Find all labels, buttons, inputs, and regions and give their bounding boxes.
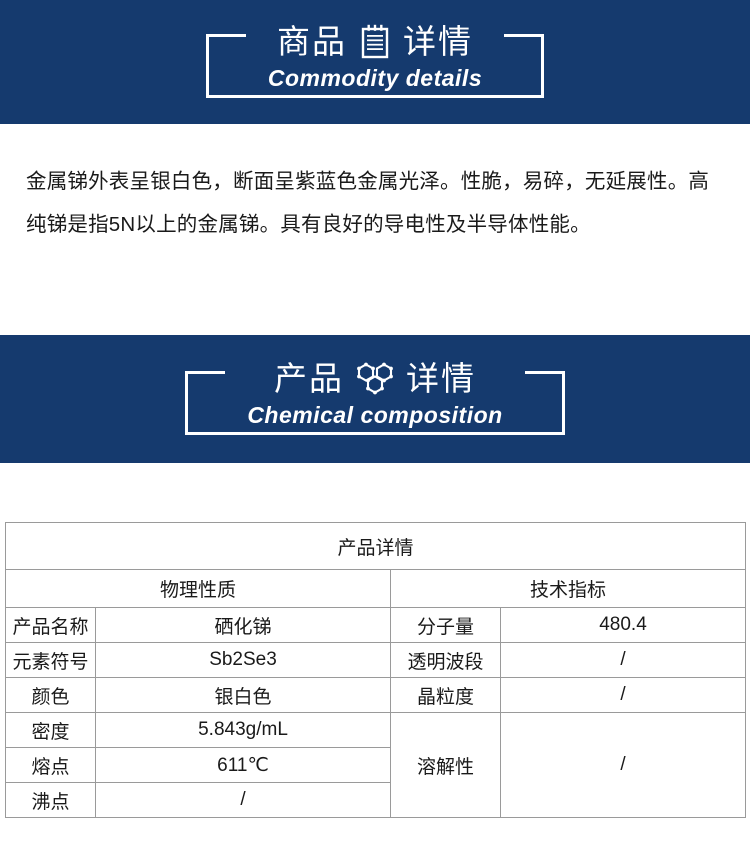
product-detail-page: 商品 详情 Commodity details 金属锑外表呈银白色，断面呈紫蓝色… xyxy=(0,0,750,854)
banner-commodity-details: 商品 详情 Commodity details xyxy=(0,0,750,124)
product-spec-table-container: 产品详情 物理性质 技术指标 产品名称 硒化锑 分子量 480.4 元素符号 S… xyxy=(4,522,747,818)
bracket-right xyxy=(504,34,545,98)
banner-bracket-frame-2: 产品 详情 Chemical composition xyxy=(185,359,565,438)
spec-label-density: 密度 xyxy=(5,712,96,748)
table-row: 元素符号 Sb2Se3 透明波段 / xyxy=(5,642,747,678)
banner-chemical-composition: 产品 详情 Chemical composition xyxy=(0,335,750,463)
table-row-group-headers: 物理性质 技术指标 xyxy=(5,569,747,608)
table-row: 密度 5.843g/mL 溶解性 / xyxy=(5,712,747,818)
bracket-bottom-rule xyxy=(237,94,513,98)
molecule-hexagons-icon xyxy=(356,362,394,396)
spec-label-molecular-weight: 分子量 xyxy=(390,607,501,643)
product-description-paragraph: 金属锑外表呈银白色，断面呈紫蓝色金属光泽。性脆，易碎，无延展性。高纯锑是指5N以… xyxy=(26,170,710,236)
spec-value-melting-point: 611℃ xyxy=(95,747,391,783)
bracket-bottom-rule-2 xyxy=(217,431,533,435)
group-header-physical: 物理性质 xyxy=(5,569,391,608)
banner-bracket-frame: 商品 详情 Commodity details xyxy=(205,22,545,101)
group-header-technical: 技术指标 xyxy=(389,569,747,608)
banner-title-cn-2: 产品 详情 xyxy=(256,359,494,398)
banner-title-cn-right-2: 详情 xyxy=(406,360,476,398)
spec-label-element-symbol: 元素符号 xyxy=(5,642,96,678)
spec-value-molecular-weight: 480.4 xyxy=(499,607,747,643)
banner-title-cn: 商品 详情 xyxy=(259,22,491,61)
spec-value-color: 银白色 xyxy=(95,677,391,713)
spec-value-grain-size: / xyxy=(499,677,747,713)
spec-value-density: 5.843g/mL xyxy=(95,712,391,748)
banner-title-cn-left-2: 产品 xyxy=(274,360,344,398)
spec-label-color: 颜色 xyxy=(5,677,96,713)
clipboard-icon xyxy=(359,24,391,60)
spec-table-title: 产品详情 xyxy=(4,522,747,570)
bracket-left xyxy=(205,34,246,98)
table-row-title: 产品详情 xyxy=(4,522,747,570)
spec-value-element-symbol: Sb2Se3 xyxy=(95,642,391,678)
spec-value-transparent-band: / xyxy=(499,642,747,678)
product-spec-table: 产品详情 物理性质 技术指标 产品名称 硒化锑 分子量 480.4 元素符号 S… xyxy=(4,522,747,818)
bracket-left-2 xyxy=(185,371,226,435)
spec-label-product-name: 产品名称 xyxy=(5,607,96,643)
table-row: 产品名称 硒化锑 分子量 480.4 xyxy=(5,607,747,643)
banner-title-cn-left: 商品 xyxy=(276,23,347,61)
spec-value-solubility: / xyxy=(499,712,747,818)
table-row: 颜色 银白色 晶粒度 / xyxy=(5,677,747,713)
spec-label-melting-point: 熔点 xyxy=(5,747,96,783)
spec-label-solubility: 溶解性 xyxy=(390,712,501,818)
banner-title-cn-right: 详情 xyxy=(402,23,473,61)
spec-label-grain-size: 晶粒度 xyxy=(390,677,501,713)
spec-value-boiling-point: / xyxy=(95,782,391,818)
spec-label-transparent-band: 透明波段 xyxy=(390,642,501,678)
spec-value-product-name: 硒化锑 xyxy=(95,607,391,643)
bracket-right-2 xyxy=(524,371,565,435)
spec-label-boiling-point: 沸点 xyxy=(5,782,96,818)
